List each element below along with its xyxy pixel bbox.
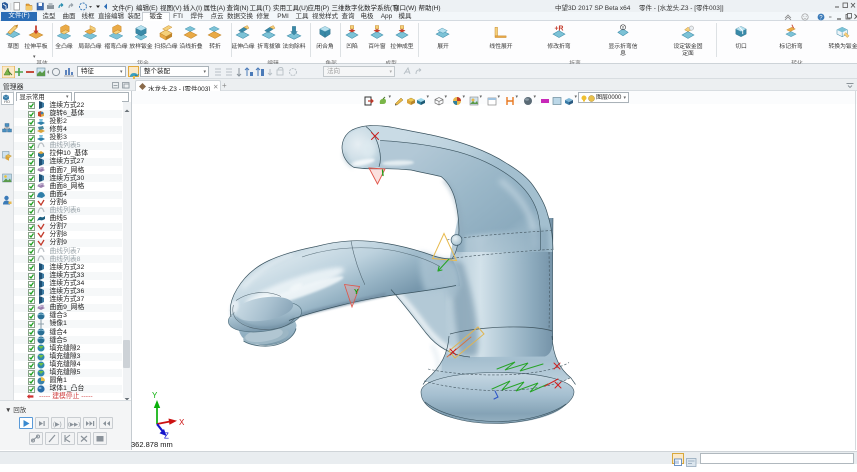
- svg-text:+R: +R: [555, 26, 564, 33]
- svg-text:HO: HO: [4, 99, 10, 103]
- svg-text:(▶▶): (▶▶): [68, 422, 80, 428]
- svg-text:(▶): (▶): [53, 422, 62, 428]
- svg-text:Y: Y: [152, 391, 158, 400]
- svg-text:Y: Y: [354, 289, 359, 296]
- svg-text:Y: Y: [621, 25, 625, 31]
- svg-text:X: X: [179, 418, 185, 427]
